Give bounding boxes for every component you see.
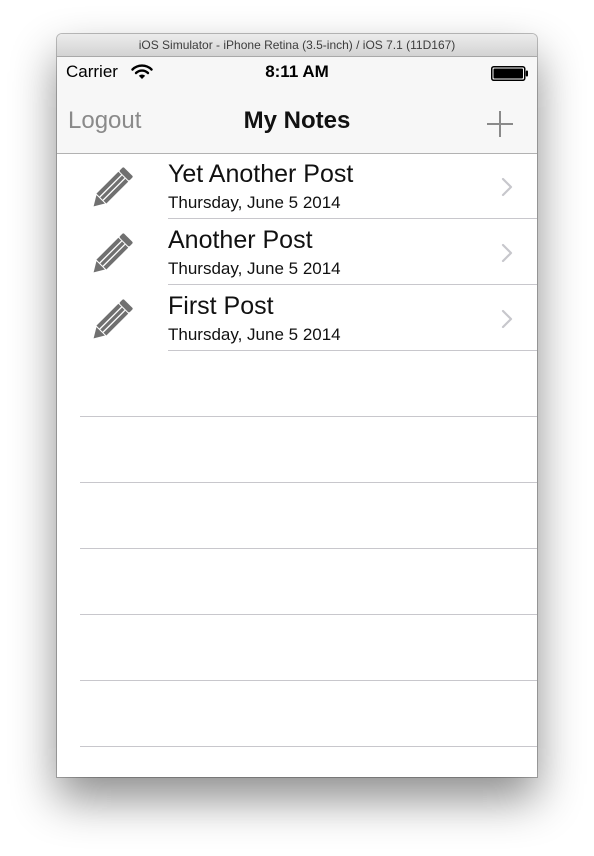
chevron-right-icon (501, 177, 513, 197)
row-separator (80, 482, 537, 483)
note-title: Yet Another Post (168, 160, 354, 188)
status-bar: Carrier 8:11 AM (57, 57, 537, 97)
list-item[interactable]: Yet Another Post Thursday, June 5 2014 (57, 154, 537, 220)
note-date: Thursday, June 5 2014 (168, 325, 341, 344)
window-title: iOS Simulator - iPhone Retina (3.5-inch)… (57, 34, 537, 57)
simulator-window: iOS Simulator - iPhone Retina (3.5-inch)… (57, 34, 537, 777)
page-title: My Notes (243, 107, 351, 134)
row-separator (80, 680, 537, 681)
note-date: Thursday, June 5 2014 (168, 193, 341, 212)
row-separator (168, 284, 537, 285)
row-separator (168, 218, 537, 219)
navigation-bar: Logout My Notes (57, 97, 537, 154)
row-separator (168, 350, 537, 351)
chevron-right-icon (501, 243, 513, 263)
device-screen: Carrier 8:11 AM Logout My Notes Yet Anot… (57, 57, 537, 777)
note-date: Thursday, June 5 2014 (168, 259, 341, 278)
note-title: First Post (168, 292, 274, 320)
row-separator (80, 548, 537, 549)
battery-icon (491, 66, 528, 81)
pencil-icon (93, 233, 133, 273)
status-time: 8:11 AM (265, 62, 329, 81)
row-separator (80, 746, 537, 747)
chevron-right-icon (501, 309, 513, 329)
pencil-icon (93, 167, 133, 207)
pencil-icon (93, 299, 133, 339)
list-item[interactable]: Another Post Thursday, June 5 2014 (57, 220, 537, 286)
plus-icon[interactable] (485, 109, 515, 139)
row-separator (80, 614, 537, 615)
list-item[interactable]: First Post Thursday, June 5 2014 (57, 286, 537, 352)
note-title: Another Post (168, 226, 313, 254)
row-separator (80, 416, 537, 417)
